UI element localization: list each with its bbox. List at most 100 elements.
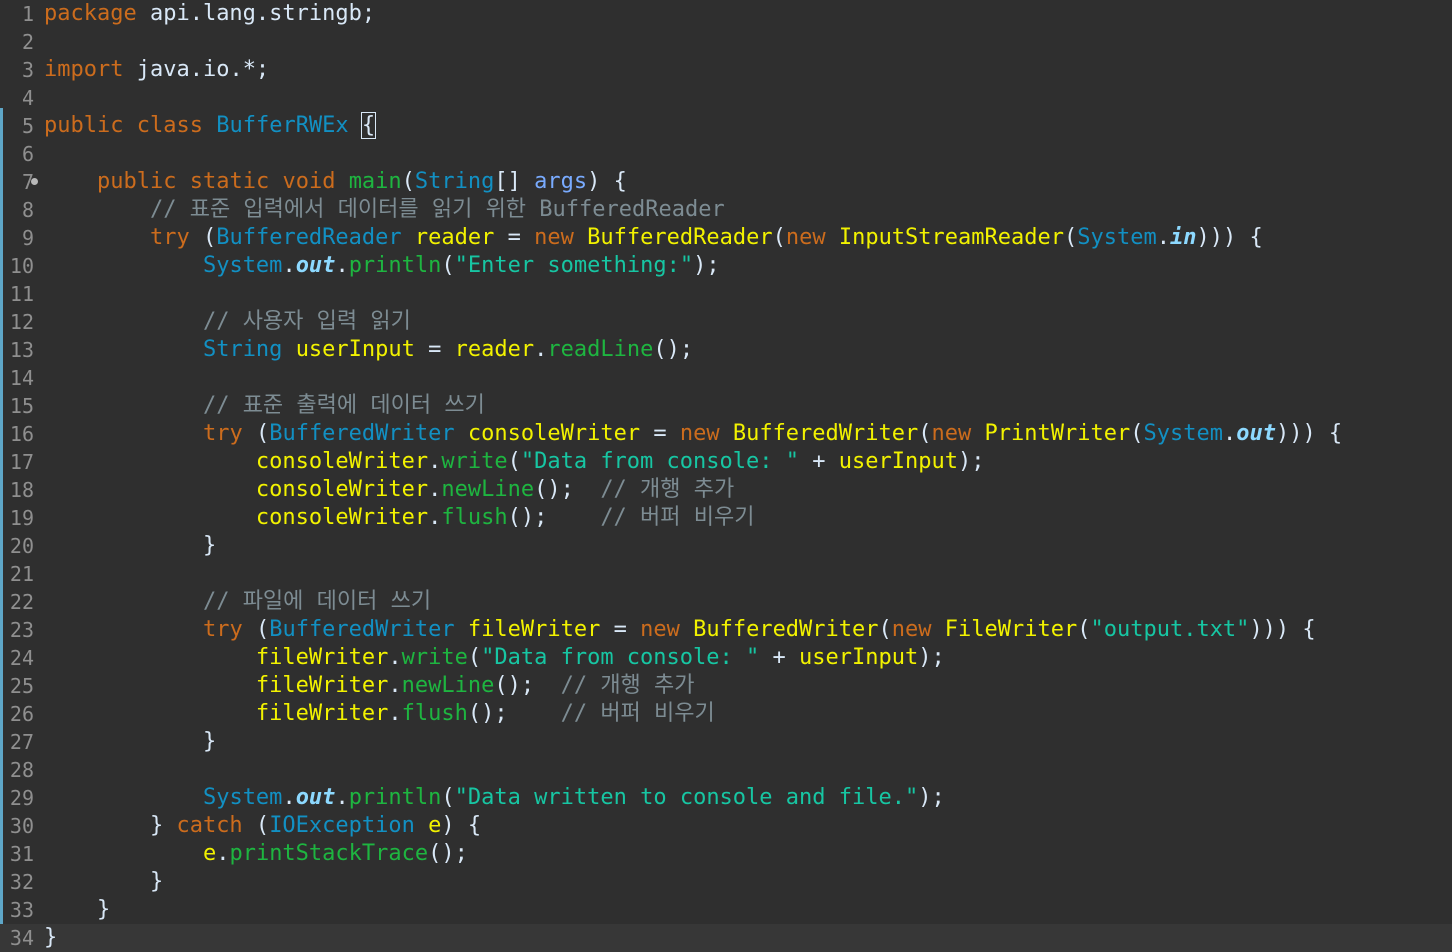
code-token: "output.txt" [1090, 617, 1250, 642]
code-line[interactable]: 31 e.printStackTrace(); [0, 840, 1452, 868]
code-token: ( [441, 253, 455, 278]
code-line[interactable]: 8 // 표준 입력에서 데이터를 읽기 위한 BufferedReader [0, 196, 1452, 224]
code-line[interactable]: 29 System.out.println("Data written to c… [0, 784, 1452, 812]
code-text: fileWriter.flush(); // 버퍼 비우기 [44, 700, 715, 728]
code-token: e [428, 813, 442, 838]
code-token: // 개행 추가 [600, 477, 735, 502]
code-token: try [202, 421, 243, 446]
line-number: 7 [21, 170, 34, 194]
code-line[interactable]: 26 fileWriter.flush(); // 버퍼 비우기 [0, 700, 1452, 728]
line-number: 12 [9, 310, 34, 334]
code-line[interactable]: 16 try (BufferedWriter consoleWriter = n… [0, 420, 1452, 448]
code-line[interactable]: 32 } [0, 868, 1452, 896]
code-token: ))) { [1275, 421, 1343, 446]
code-token: "Enter something:" [454, 253, 694, 278]
code-token: } [44, 729, 217, 754]
code-token: = [600, 617, 641, 642]
code-line[interactable]: 9 try (BufferedReader reader = new Buffe… [0, 224, 1452, 252]
code-text: try (BufferedWriter fileWriter = new Buf… [44, 616, 1316, 644]
code-token: out [295, 785, 336, 810]
code-text: package api.lang.stringb; [44, 0, 375, 28]
code-line[interactable]: 25 fileWriter.newLine(); // 개행 추가 [0, 672, 1452, 700]
code-line[interactable]: 10 System.out.println("Enter something:"… [0, 252, 1452, 280]
code-token: flush [441, 505, 508, 530]
code-token: ) { [441, 813, 482, 838]
code-token: . [335, 785, 349, 810]
code-token: BufferedWriter [269, 617, 455, 642]
line-number: 4 [21, 86, 34, 110]
code-line[interactable]: 1 package api.lang.stringb; [0, 0, 1452, 28]
code-line[interactable]: 24 fileWriter.write("Data from console: … [0, 644, 1452, 672]
code-token: "Data from console: " [481, 645, 760, 670]
code-line[interactable]: 19 consoleWriter.flush(); // 버퍼 비우기 [0, 504, 1452, 532]
code-line[interactable]: 6 [0, 140, 1452, 168]
fold-toggle-icon[interactable] [31, 178, 38, 185]
code-token: new [785, 225, 826, 250]
code-line[interactable]: 30 } catch (IOException e) { [0, 812, 1452, 840]
code-token: System [1077, 225, 1157, 250]
code-token: new [931, 421, 972, 446]
code-token: . [216, 841, 230, 866]
code-token: System [202, 785, 283, 810]
code-token: } [44, 813, 177, 838]
code-token: // 사용자 입력 읽기 [202, 309, 411, 334]
line-number: 18 [9, 478, 34, 502]
code-token: ) { [587, 169, 627, 194]
code-line[interactable]: 15 // 표준 출력에 데이터 쓰기 [0, 392, 1452, 420]
code-line[interactable]: 11 [0, 280, 1452, 308]
line-number: 19 [9, 506, 34, 530]
code-line[interactable]: 20 } [0, 532, 1452, 560]
line-number: 5 [21, 114, 34, 138]
code-line[interactable]: 13 String userInput = reader.readLine(); [0, 336, 1452, 364]
code-text: import java.io.*; [44, 56, 269, 84]
code-text: // 사용자 입력 읽기 [44, 308, 411, 336]
code-token: (); [507, 505, 601, 530]
code-token: . [428, 505, 442, 530]
code-text: consoleWriter.newLine(); // 개행 추가 [44, 476, 734, 504]
code-editor[interactable]: 1 package api.lang.stringb; 2 3 import java.… [0, 0, 1452, 952]
code-line[interactable]: 21 [0, 560, 1452, 588]
code-token: write [401, 645, 468, 670]
code-line[interactable]: 34} [0, 924, 1452, 952]
line-number: 33 [9, 898, 34, 922]
code-line[interactable]: 7 public static void main(String[] args)… [0, 168, 1452, 196]
code-line[interactable]: 33 } [0, 896, 1452, 924]
line-number: 8 [21, 198, 34, 222]
code-line[interactable]: 17 consoleWriter.write("Data from consol… [0, 448, 1452, 476]
code-line[interactable]: 18 consoleWriter.newLine(); // 개행 추가 [0, 476, 1452, 504]
code-line[interactable]: 28 [0, 756, 1452, 784]
code-token: fileWriter [255, 701, 389, 726]
code-line[interactable]: 12 // 사용자 입력 읽기 [0, 308, 1452, 336]
code-token: FileWriter [944, 617, 1078, 642]
code-line[interactable]: 14 [0, 364, 1452, 392]
code-token: . [428, 449, 442, 474]
code-line[interactable]: 22 // 파일에 데이터 쓰기 [0, 588, 1452, 616]
code-line[interactable]: 4 [0, 84, 1452, 112]
code-token: reader [414, 225, 495, 250]
code-line[interactable]: 3 import java.io.*; [0, 56, 1452, 84]
code-line[interactable]: 2 [0, 28, 1452, 56]
line-number: 31 [9, 842, 34, 866]
code-token: userInput [799, 645, 919, 670]
code-token: ( [507, 449, 521, 474]
code-token: new [640, 617, 680, 642]
code-line[interactable]: 27 } [0, 728, 1452, 756]
code-line[interactable]: 23 try (BufferedWriter fileWriter = new … [0, 616, 1452, 644]
code-token: InputStreamReader [838, 225, 1064, 250]
code-text: System.out.println("Enter something:"); [44, 252, 720, 280]
code-token: println [348, 253, 442, 278]
code-token: ( [1130, 421, 1144, 446]
code-text: } [44, 868, 163, 896]
code-line[interactable]: 5 public class BufferRWEx { [0, 112, 1452, 140]
code-token: ); [693, 253, 720, 278]
code-token: ( [1077, 617, 1091, 642]
